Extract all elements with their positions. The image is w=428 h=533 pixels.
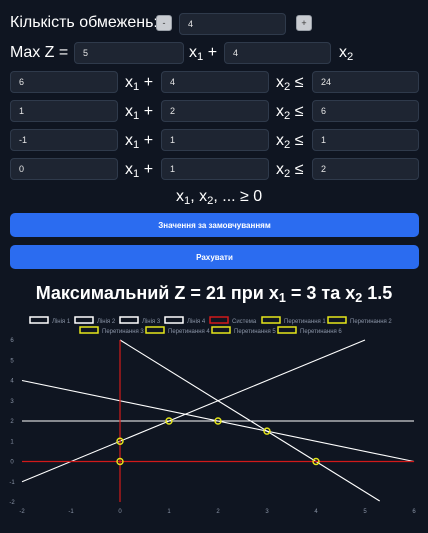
constraint-4-x1-term: x1 + bbox=[125, 161, 154, 180]
decrement-button[interactable]: - bbox=[156, 15, 172, 31]
x-tick-label: 5 bbox=[363, 509, 367, 515]
legend-swatch bbox=[74, 316, 94, 324]
legend-swatch bbox=[277, 326, 297, 334]
constraint-2-rhs[interactable] bbox=[312, 100, 419, 122]
constraint-3-coefficient-2[interactable] bbox=[161, 129, 269, 151]
x-tick-label: 4 bbox=[314, 509, 318, 515]
default-values-button[interactable]: Значення за замовчуванням bbox=[10, 213, 419, 237]
constraint-3-rhs[interactable] bbox=[312, 129, 419, 151]
legend-label: Перетинання 5 bbox=[234, 329, 276, 335]
x-tick-label: 2 bbox=[216, 509, 220, 515]
objective-x1-term: x1 + bbox=[189, 44, 218, 63]
constraint-3-x1-term: x1 + bbox=[125, 132, 154, 151]
x-tick-label: 6 bbox=[412, 509, 416, 515]
y-tick-label: 0 bbox=[10, 460, 14, 466]
legend-swatch bbox=[164, 316, 184, 324]
result-text: Максимальний Z = 21 при x1 = 3 та x2 1.5 bbox=[35, 283, 393, 306]
legend-label: Перетинання 6 bbox=[300, 329, 342, 335]
objective-label: Max Z = bbox=[10, 44, 69, 61]
constraints-count-input[interactable] bbox=[179, 13, 286, 35]
legend-swatch bbox=[145, 326, 165, 334]
legend-item: Перетинання 4 bbox=[145, 326, 210, 335]
legend-swatch bbox=[119, 316, 139, 324]
legend-label: Лінія 1 bbox=[52, 319, 71, 325]
x-tick-label: -1 bbox=[68, 509, 74, 515]
legend-swatch bbox=[29, 316, 49, 324]
x-tick-label: 1 bbox=[167, 509, 171, 515]
constraint-1-rhs[interactable] bbox=[312, 71, 419, 93]
y-tick-label: 1 bbox=[10, 439, 14, 445]
constraint-1-x1-term: x1 + bbox=[125, 74, 154, 93]
chart-legend: Лінія 1 Лінія 2 Лінія 3 Лінія 4 Система Перет… bbox=[29, 316, 392, 335]
legend-item: Лінія 3 bbox=[119, 316, 161, 325]
legend-label: Лінія 3 bbox=[142, 319, 161, 325]
constraint-2-coefficient-1[interactable] bbox=[10, 100, 118, 122]
legend-label: Перетинання 3 bbox=[102, 329, 144, 335]
legend-label: Перетинання 2 bbox=[350, 319, 392, 325]
y-tick-label: 2 bbox=[10, 419, 14, 425]
y-tick-label: -1 bbox=[9, 480, 15, 486]
legend-label: Лінія 2 bbox=[97, 319, 116, 325]
legend-item: Система bbox=[209, 316, 257, 325]
y-tick-label: 4 bbox=[10, 379, 14, 385]
legend-label: Лінія 4 bbox=[187, 319, 206, 325]
legend-swatch bbox=[79, 326, 99, 334]
constraint-4-coefficient-2[interactable] bbox=[161, 158, 269, 180]
constraint-4-rhs[interactable] bbox=[312, 158, 419, 180]
legend-item: Перетинання 3 bbox=[79, 326, 144, 335]
constraint-2-coefficient-2[interactable] bbox=[161, 100, 269, 122]
legend-item: Лінія 1 bbox=[29, 316, 71, 325]
legend-item: Лінія 2 bbox=[74, 316, 116, 325]
legend-item: Перетинання 1 bbox=[261, 316, 326, 325]
legend-swatch bbox=[261, 316, 281, 324]
constraint-2-x1-term: x1 + bbox=[125, 103, 154, 122]
y-tick-label: 3 bbox=[10, 399, 14, 405]
legend-swatch bbox=[209, 316, 229, 324]
legend-item: Перетинання 5 bbox=[211, 326, 276, 335]
objective-coefficient-1[interactable] bbox=[74, 42, 184, 64]
legend-label: Перетинання 1 bbox=[284, 319, 326, 325]
y-tick-label: 5 bbox=[10, 358, 14, 364]
constraint-1-coefficient-1[interactable] bbox=[10, 71, 118, 93]
y-tick-label: 6 bbox=[10, 338, 14, 344]
x-tick-label: 0 bbox=[118, 509, 122, 515]
nonnegativity-label: x1, x2, ... ≥ 0 bbox=[176, 188, 263, 207]
calculate-button[interactable]: Рахувати bbox=[10, 245, 419, 269]
objective-x2-term: x2 bbox=[339, 44, 354, 63]
constraint-4-x2-term: x2 ≤ bbox=[276, 161, 304, 180]
legend-item: Лінія 4 bbox=[164, 316, 206, 325]
y-tick-label: -2 bbox=[9, 500, 15, 506]
x-tick-label: -2 bbox=[19, 509, 25, 515]
legend-item: Перетинання 6 bbox=[277, 326, 342, 335]
legend-label: Система bbox=[232, 319, 257, 325]
constraint-3-x2-term: x2 ≤ bbox=[276, 132, 304, 151]
constraint-3-coefficient-1[interactable] bbox=[10, 129, 118, 151]
legend-swatch bbox=[327, 316, 347, 324]
feasible-region-chart: Лінія 1 Лінія 2 Лінія 3 Лінія 4 Система Перет… bbox=[9, 316, 416, 515]
constraint-4-coefficient-1[interactable] bbox=[10, 158, 118, 180]
constraints-count-label: Кількість обмежень: bbox=[10, 14, 158, 31]
constraint-1-x2-term: x2 ≤ bbox=[276, 74, 304, 93]
legend-swatch bbox=[211, 326, 231, 334]
chart-plot-area: -2 -1 0 1 2 3 4 5 6 -2 -1 0 1 2 3 4 5 6 bbox=[9, 338, 416, 515]
increment-button[interactable]: + bbox=[296, 15, 312, 31]
constraint-2-x2-term: x2 ≤ bbox=[276, 103, 304, 122]
objective-coefficient-2[interactable] bbox=[224, 42, 331, 64]
constraint-1-coefficient-2[interactable] bbox=[161, 71, 269, 93]
legend-item: Перетинання 2 bbox=[327, 316, 392, 325]
x-tick-label: 3 bbox=[265, 509, 269, 515]
legend-label: Перетинання 4 bbox=[168, 329, 210, 335]
